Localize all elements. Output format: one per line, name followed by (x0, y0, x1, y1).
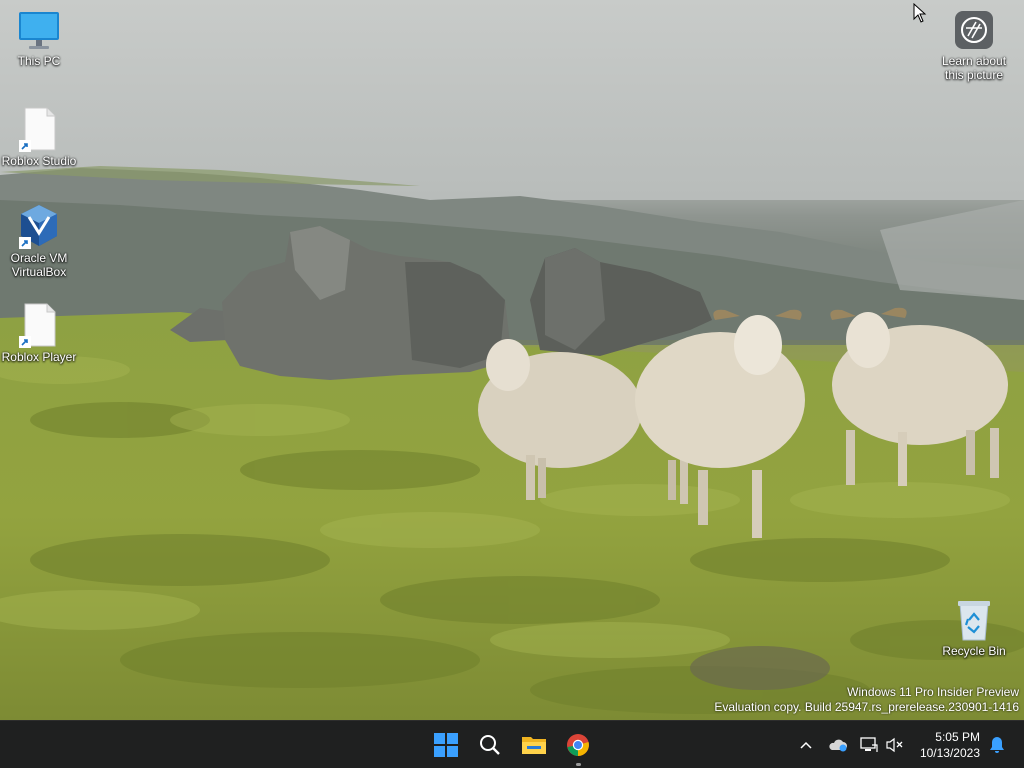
windows-logo-icon (434, 733, 458, 757)
desktop-icon-roblox-studio[interactable]: Roblox Studio (1, 106, 77, 168)
desktop-icon-virtualbox[interactable]: Oracle VM VirtualBox (1, 203, 77, 279)
taskbar-clock[interactable]: 5:05 PM 10/13/2023 (910, 729, 980, 761)
show-hidden-icons-button[interactable] (796, 733, 816, 757)
volume-muted-icon (886, 737, 903, 753)
search-button[interactable] (474, 729, 506, 761)
icon-label: Learn about this picture (941, 54, 1007, 82)
watermark-line-1: Windows 11 Pro Insider Preview (847, 685, 1019, 699)
notification-bell-icon (990, 737, 1004, 753)
shortcut-arrow-icon (19, 140, 31, 152)
icon-label: Oracle VM VirtualBox (10, 251, 68, 279)
shortcut-arrow-icon (19, 336, 31, 348)
search-icon (480, 735, 500, 755)
onedrive-icon (829, 739, 847, 752)
icon-label: Recycle Bin (942, 644, 1006, 658)
icon-label: Roblox Studio (1, 154, 77, 168)
monitor-icon (19, 12, 59, 49)
recycle-bin-icon (958, 601, 990, 641)
build-watermark: Windows 11 Pro Insider Preview Evaluatio… (714, 685, 1019, 715)
watermark-line-2: Evaluation copy. Build 25947.rs_prerelea… (714, 700, 1019, 714)
clock-time: 5:05 PM (935, 730, 980, 744)
shortcut-arrow-icon (19, 237, 31, 249)
mouse-cursor-icon (913, 3, 927, 23)
desktop-icon-roblox-player[interactable]: Roblox Player (1, 302, 77, 364)
chrome-button[interactable] (562, 729, 594, 761)
icon-label: Roblox Player (1, 350, 77, 364)
desktop-icon-recycle-bin[interactable]: Recycle Bin (936, 598, 1012, 658)
onedrive-tray-button[interactable] (826, 733, 850, 757)
file-explorer-button[interactable] (518, 729, 550, 761)
clock-date: 10/13/2023 (919, 746, 980, 760)
camera-icon (955, 11, 993, 49)
desktop-icon-this-pc[interactable]: This PC (1, 10, 77, 68)
chrome-icon (567, 734, 589, 756)
network-icon (860, 737, 878, 752)
volume-tray-button[interactable] (884, 733, 906, 757)
folder-icon (522, 737, 546, 754)
taskbar: 5:05 PM 10/13/2023 (0, 720, 1024, 768)
chrome-running-indicator (576, 763, 581, 766)
notification-center-button[interactable] (986, 733, 1008, 757)
desktop-background: This PC Roblox Studio Oracle VM VirtualB… (0, 0, 1024, 720)
chevron-up-icon (800, 741, 812, 749)
desktop-icon-learn-about-picture[interactable]: Learn about this picture (936, 10, 1012, 82)
wallpaper-scene (0, 0, 1024, 720)
network-tray-button[interactable] (858, 733, 880, 757)
icon-label: This PC (17, 54, 61, 68)
start-button[interactable] (430, 729, 462, 761)
